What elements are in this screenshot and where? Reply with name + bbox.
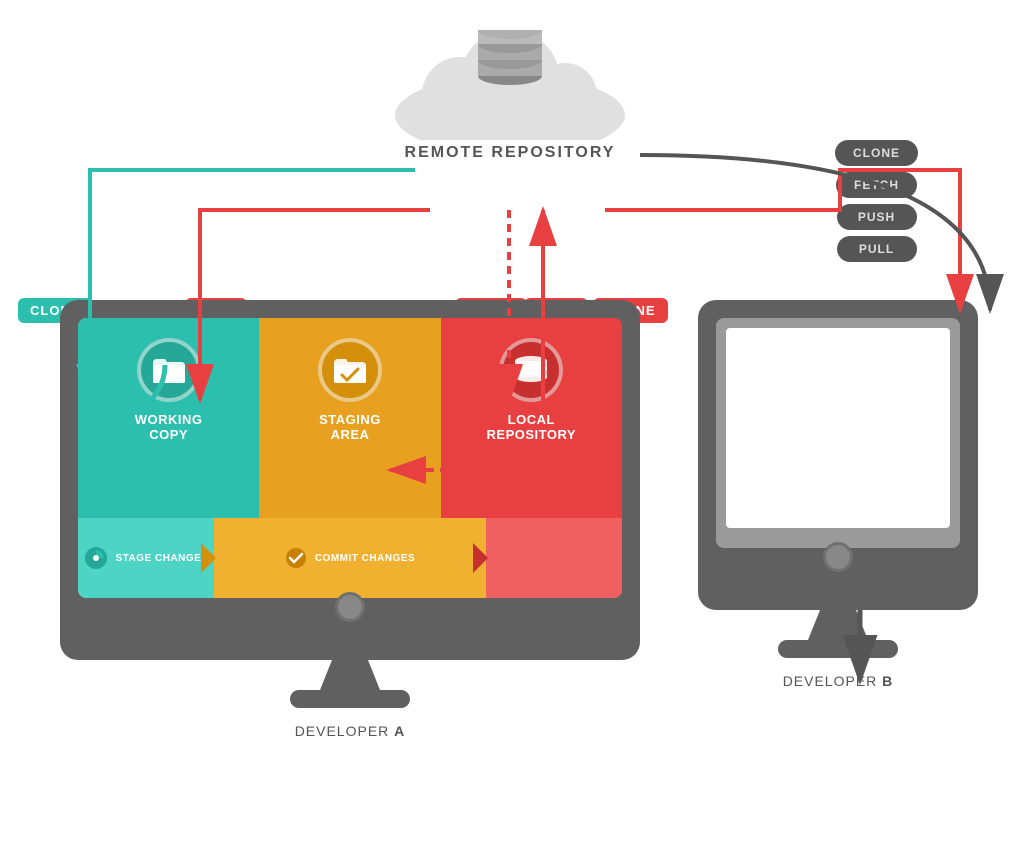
stage-arrow	[201, 543, 226, 573]
developer-a-text: DEVELOPER	[295, 723, 390, 739]
staging-icon-svg	[332, 355, 368, 385]
local-repo-zone: LOCAL REPOSITORY	[441, 318, 622, 518]
screen-b	[716, 318, 960, 548]
monitor-b-bezel	[716, 548, 960, 580]
push-b-btn: PUSH	[837, 204, 917, 230]
zones-row: WORKING COPY STAGING AREA	[78, 318, 622, 518]
monitor-a: WORKING COPY STAGING AREA	[60, 300, 640, 660]
commit-changes-zone: COMMIT CHANGES	[214, 518, 486, 598]
commit-arrow	[473, 543, 498, 573]
stage-changes-icon	[84, 546, 108, 570]
computer-b: CLONE FETCH PUSH PULL DEVELOPER B	[698, 300, 978, 689]
staging-icon	[318, 338, 382, 402]
developer-b-text: DEVELOPER	[783, 673, 878, 689]
local-repo-label: LOCAL REPOSITORY	[487, 412, 577, 442]
developer-b-bold: B	[882, 673, 893, 689]
working-copy-circle-arrow	[78, 318, 180, 420]
stage-changes-label: STAGE CHANGES	[116, 553, 209, 564]
staging-area-label: STAGING AREA	[319, 412, 381, 442]
staging-area-zone: STAGING AREA	[259, 318, 440, 518]
pull-b-btn: PULL	[837, 236, 917, 262]
btn-stack-b: CLONE FETCH PUSH PULL	[835, 140, 918, 262]
developer-a-bold: A	[394, 723, 405, 739]
clone-b-btn: CLONE	[835, 140, 918, 166]
monitor-b-base	[778, 640, 898, 658]
monitor-a-button	[335, 592, 365, 622]
commit-changes-label: COMMIT CHANGES	[315, 553, 415, 564]
working-copy-zone: WORKING COPY	[78, 318, 259, 518]
developer-b-label: DEVELOPER B	[698, 673, 978, 689]
remote-repo-label: REMOTE REPOSITORY	[340, 144, 680, 162]
commit-icon	[285, 547, 307, 569]
developer-a-label: DEVELOPER A	[60, 723, 640, 739]
screen-b-content	[726, 328, 950, 528]
monitor-b-button	[823, 542, 853, 572]
diagram-container: REMOTE REPOSITORY PULL FETCH PUSH CLONE …	[0, 0, 1018, 858]
monitor-a-bezel	[78, 598, 622, 630]
local-db-svg	[512, 353, 550, 387]
fetch-b-btn: FETCH	[836, 172, 917, 198]
cloud-shape-svg	[380, 30, 640, 140]
monitor-b-stand	[808, 610, 868, 640]
computer-a: WORKING COPY STAGING AREA	[60, 300, 640, 739]
monitor-b	[698, 300, 978, 610]
bottom-bar: STAGE CHANGES COMMIT CHANGES	[78, 518, 622, 598]
screen-a: WORKING COPY STAGING AREA	[78, 318, 622, 598]
local-bottom-zone	[486, 518, 622, 598]
monitor-a-stand	[320, 660, 380, 690]
stage-changes-zone: STAGE CHANGES	[78, 518, 214, 598]
cloud-section: REMOTE REPOSITORY	[340, 30, 680, 162]
monitor-a-base	[290, 690, 410, 708]
local-repo-icon	[499, 338, 563, 402]
